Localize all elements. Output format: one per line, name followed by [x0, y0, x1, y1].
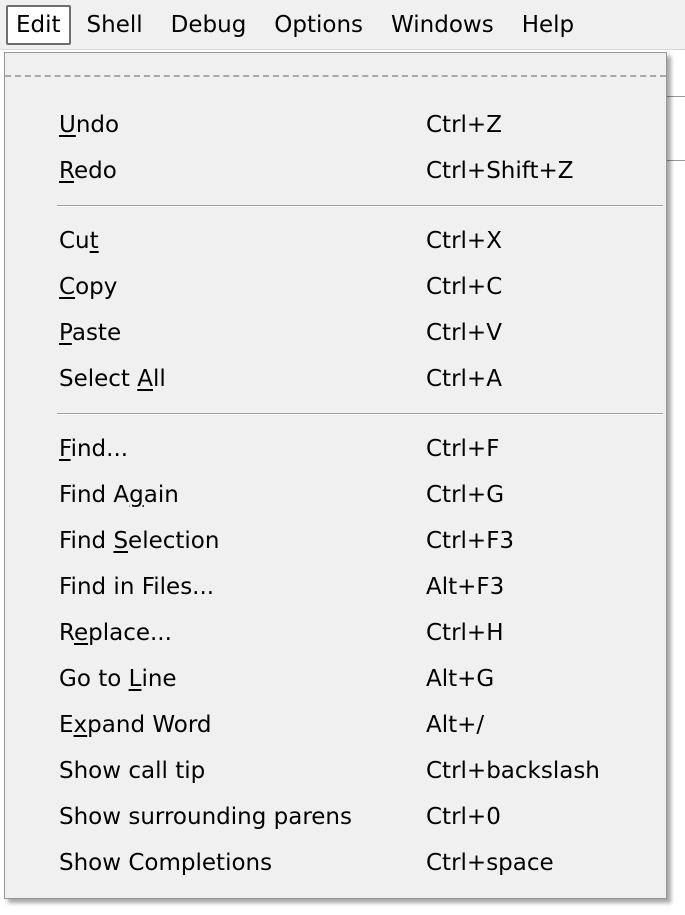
menu-item-label: Redo — [59, 158, 117, 184]
menu-shell[interactable]: Shell — [75, 5, 155, 45]
menu-options[interactable]: Options — [262, 5, 375, 45]
menu-item-label: Replace... — [59, 620, 172, 646]
menu-item-shortcut: Ctrl+G — [426, 482, 505, 508]
menu-item-shortcut: Ctrl+0 — [426, 804, 501, 830]
menu-item-label: Show Completions — [59, 850, 273, 876]
menu-item-label: Copy — [59, 274, 118, 300]
menu-item-paste[interactable]: Paste Ctrl+V — [5, 310, 666, 356]
menu-item-shortcut: Alt+G — [426, 666, 495, 692]
menu-item-shortcut: Ctrl+A — [426, 366, 502, 392]
menu-separator — [57, 205, 663, 207]
menu-item-find-again[interactable]: Find Again Ctrl+G — [5, 472, 666, 518]
menu-item-find-selection[interactable]: Find Selection Ctrl+F3 — [5, 518, 666, 564]
menu-item-label: Go to Line — [59, 666, 177, 692]
menu-item-show-surrounding-parens[interactable]: Show surrounding parens Ctrl+0 — [5, 794, 666, 840]
menu-item-show-completions[interactable]: Show Completions Ctrl+space — [5, 840, 666, 886]
menu-bar: Edit Shell Debug Options Windows Help — [0, 0, 685, 50]
menu-item-label: Show call tip — [59, 758, 206, 784]
menu-item-label: Show surrounding parens — [59, 804, 352, 830]
menu-item-label: Undo — [59, 112, 120, 138]
menu-item-label: Find in Files... — [59, 574, 215, 600]
menu-item-shortcut: Ctrl+F3 — [426, 528, 515, 554]
menu-item-label: Cut — [59, 228, 99, 254]
menu-edit[interactable]: Edit — [6, 4, 71, 45]
menu-item-redo[interactable]: Redo Ctrl+Shift+Z — [5, 148, 666, 194]
menu-item-replace[interactable]: Replace... Ctrl+H — [5, 610, 666, 656]
menu-windows[interactable]: Windows — [379, 5, 506, 45]
menu-item-cut[interactable]: Cut Ctrl+X — [5, 218, 666, 264]
menu-item-shortcut: Ctrl+V — [426, 320, 502, 346]
menu-item-shortcut: Alt+F3 — [426, 574, 505, 600]
menu-item-copy[interactable]: Copy Ctrl+C — [5, 264, 666, 310]
menu-item-undo[interactable]: Undo Ctrl+Z — [5, 102, 666, 148]
tearoff-line[interactable] — [5, 75, 666, 77]
menu-item-label: Find Again — [59, 482, 179, 508]
menu-item-shortcut: Ctrl+F — [426, 436, 500, 462]
menu-item-shortcut: Ctrl+X — [426, 228, 502, 254]
menu-item-find-in-files[interactable]: Find in Files... Alt+F3 — [5, 564, 666, 610]
menu-item-label: Paste — [59, 320, 122, 346]
menu-item-label: Find Selection — [59, 528, 220, 554]
menu-debug[interactable]: Debug — [159, 5, 259, 45]
menu-item-shortcut: Alt+/ — [426, 712, 485, 738]
menu-item-label: Select All — [59, 366, 166, 392]
menu-item-shortcut: Ctrl+space — [426, 850, 554, 876]
menu-item-expand-word[interactable]: Expand Word Alt+/ — [5, 702, 666, 748]
menu-item-go-to-line[interactable]: Go to Line Alt+G — [5, 656, 666, 702]
menu-item-label: Expand Word — [59, 712, 212, 738]
menu-item-select-all[interactable]: Select All Ctrl+A — [5, 356, 666, 402]
menu-separator — [57, 413, 663, 415]
edit-menu-dropdown: Undo Ctrl+Z Redo Ctrl+Shift+Z Cut Ctrl+X Copy C… — [4, 52, 667, 899]
menu-item-shortcut: Ctrl+backslash — [426, 758, 600, 784]
menu-item-shortcut: Ctrl+C — [426, 274, 503, 300]
menu-help[interactable]: Help — [510, 5, 586, 45]
menu-item-shortcut: Ctrl+Shift+Z — [426, 158, 574, 184]
menu-item-label: Find... — [59, 436, 129, 462]
menu-item-show-call-tip[interactable]: Show call tip Ctrl+backslash — [5, 748, 666, 794]
menu-item-shortcut: Ctrl+Z — [426, 112, 502, 138]
menu-item-shortcut: Ctrl+H — [426, 620, 504, 646]
menu-item-find[interactable]: Find... Ctrl+F — [5, 426, 666, 472]
